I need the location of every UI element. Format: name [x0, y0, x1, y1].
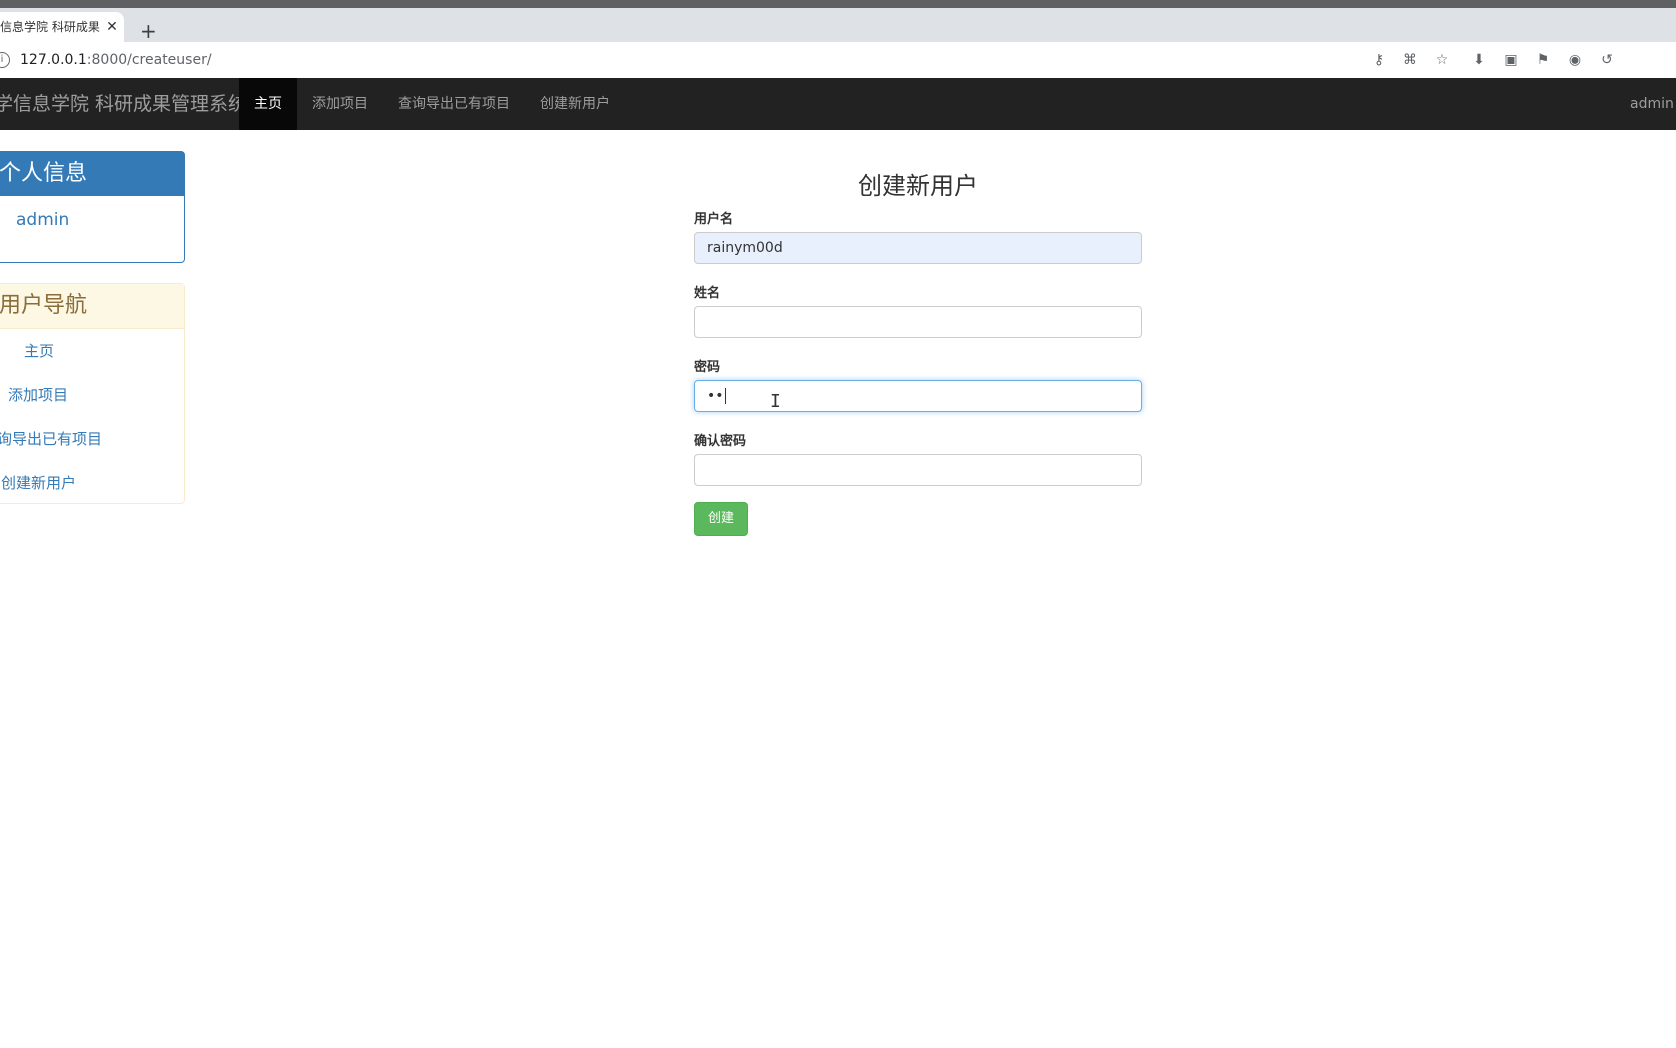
nav-user-name[interactable]: admin: [1630, 78, 1674, 130]
profile-username: admin: [16, 210, 70, 230]
password-label: 密码: [694, 360, 721, 375]
user-nav-panel: 用户导航 主页 添加项目 询导出已有项目 创建新用户: [0, 283, 185, 504]
address-bar[interactable]: i 127.0.0.1:8000/createuser/ ⚷ ⌘ ☆ ⬇ ▣ ⚑…: [0, 42, 1676, 79]
key-icon[interactable]: ⚷: [1369, 50, 1389, 70]
nav-add-project[interactable]: 添加项目: [297, 78, 383, 130]
nav-query-export[interactable]: 查询导出已有项目: [383, 78, 525, 130]
password-masked-value: ••: [707, 388, 724, 404]
translate-icon[interactable]: ⌘: [1400, 50, 1420, 70]
name-label: 姓名: [694, 286, 721, 301]
name-input[interactable]: [694, 306, 1142, 338]
sidebar-link-create-user[interactable]: 创建新用户: [1, 472, 76, 493]
username-label: 用户名: [694, 212, 734, 227]
page-title: 创建新用户: [858, 172, 978, 200]
sidebar-link-add-project[interactable]: 添加项目: [8, 384, 68, 405]
confirm-password-input[interactable]: [694, 454, 1142, 486]
window-top-bar: [0, 0, 1676, 8]
user-nav-title: 用户导航: [0, 284, 184, 329]
browser-tab[interactable]: 信息学院 科研成果 ✕: [0, 12, 124, 42]
text-cursor-icon: I: [770, 391, 781, 412]
brand-title[interactable]: 学信息学院 科研成果管理系统: [0, 78, 247, 130]
bookmark-icon[interactable]: ⚑: [1533, 50, 1553, 70]
url-path: :8000/createuser/: [86, 52, 212, 68]
confirm-password-label: 确认密码: [694, 434, 747, 449]
sidebar-link-home[interactable]: 主页: [24, 340, 54, 361]
history-icon[interactable]: ↺: [1597, 50, 1617, 70]
password-input[interactable]: ••: [694, 380, 1142, 412]
tampermonkey-icon[interactable]: ▣: [1501, 50, 1521, 70]
profile-panel-title: 个人信息: [0, 152, 184, 196]
url-host: 127.0.0.1: [20, 52, 87, 68]
nav-home[interactable]: 主页: [239, 78, 297, 130]
nav-create-user[interactable]: 创建新用户: [525, 78, 625, 130]
tab-title: 信息学院 科研成果: [0, 20, 100, 34]
sidebar-link-query-export[interactable]: 询导出已有项目: [0, 428, 102, 449]
url-text[interactable]: 127.0.0.1:8000/createuser/: [20, 42, 212, 78]
site-info-icon[interactable]: i: [0, 52, 10, 68]
tab-strip: 信息学院 科研成果 ✕ +: [0, 8, 1676, 43]
star-icon[interactable]: ☆: [1432, 50, 1452, 70]
download-icon[interactable]: ⬇: [1469, 50, 1489, 70]
text-caret: [724, 388, 726, 404]
username-input[interactable]: rainym00d: [694, 232, 1142, 264]
glasses-icon[interactable]: ◉: [1565, 50, 1585, 70]
site-navbar: 学信息学院 科研成果管理系统 主页 添加项目 查询导出已有项目 创建新用户 ad…: [0, 78, 1676, 130]
profile-panel: 个人信息 admin: [0, 151, 185, 263]
create-button[interactable]: 创建: [694, 502, 748, 536]
close-tab-icon[interactable]: ✕: [104, 12, 120, 42]
